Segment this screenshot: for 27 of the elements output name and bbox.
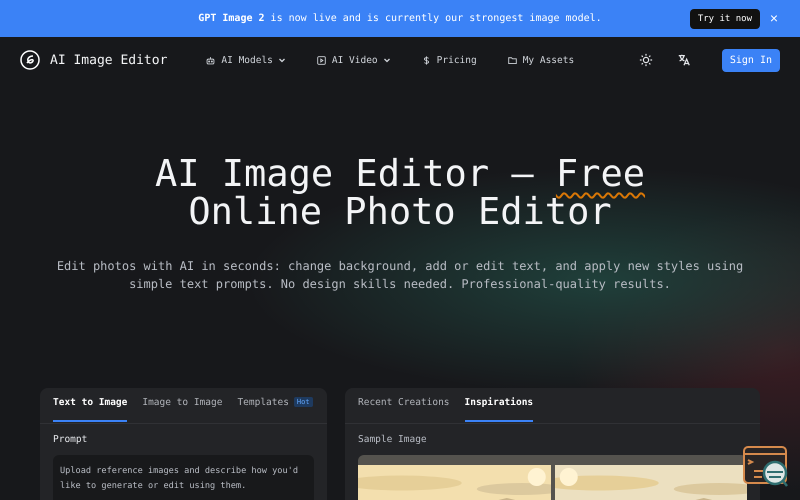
chat-widget-icon[interactable] [742, 445, 790, 489]
try-it-now-button[interactable]: Try it now [690, 9, 760, 29]
folder-icon [506, 54, 518, 66]
translate-icon[interactable] [676, 53, 691, 67]
sign-in-button[interactable]: Sign In [722, 48, 780, 72]
prompt-field[interactable]: Upload reference images and describe how you'd like to generate or edit using them. [53, 455, 314, 500]
tab[interactable]: Inspirations [464, 397, 534, 422]
sun-icon[interactable] [638, 53, 653, 67]
hero-subtitle: Edit photos with AI in seconds: change background, add or edit text, and apply new styles using simple text prompts. No design skills needed. Professional-quality results. [56, 258, 744, 293]
tab[interactable]: Recent Creations [358, 397, 450, 422]
announcement-text: GPT Image 2 is now live and is currently our strongest image model. [198, 13, 602, 24]
nav-link[interactable]: AI Video [308, 50, 399, 70]
close-button[interactable]: × [770, 9, 778, 27]
chevron-down-icon [382, 56, 391, 64]
chevron-down-icon [278, 56, 286, 64]
sample-image-label: Sample Image [358, 434, 428, 445]
tab[interactable]: Image to Image [142, 397, 222, 422]
brand-name[interactable]: AI Image Editor [50, 52, 168, 68]
logo-icon[interactable] [20, 50, 40, 70]
nav-link[interactable]: Pricing [412, 50, 485, 70]
tab[interactable]: Text to Image [53, 397, 128, 422]
nav-link[interactable]: My Assets [498, 50, 582, 70]
play-icon [316, 54, 327, 66]
nav-link[interactable]: AI Models [197, 50, 294, 70]
hero-title: AI Image Editor — Free Online Photo Editor [154, 155, 646, 231]
robot-icon [205, 54, 216, 66]
prompt-label: Prompt [53, 434, 88, 445]
